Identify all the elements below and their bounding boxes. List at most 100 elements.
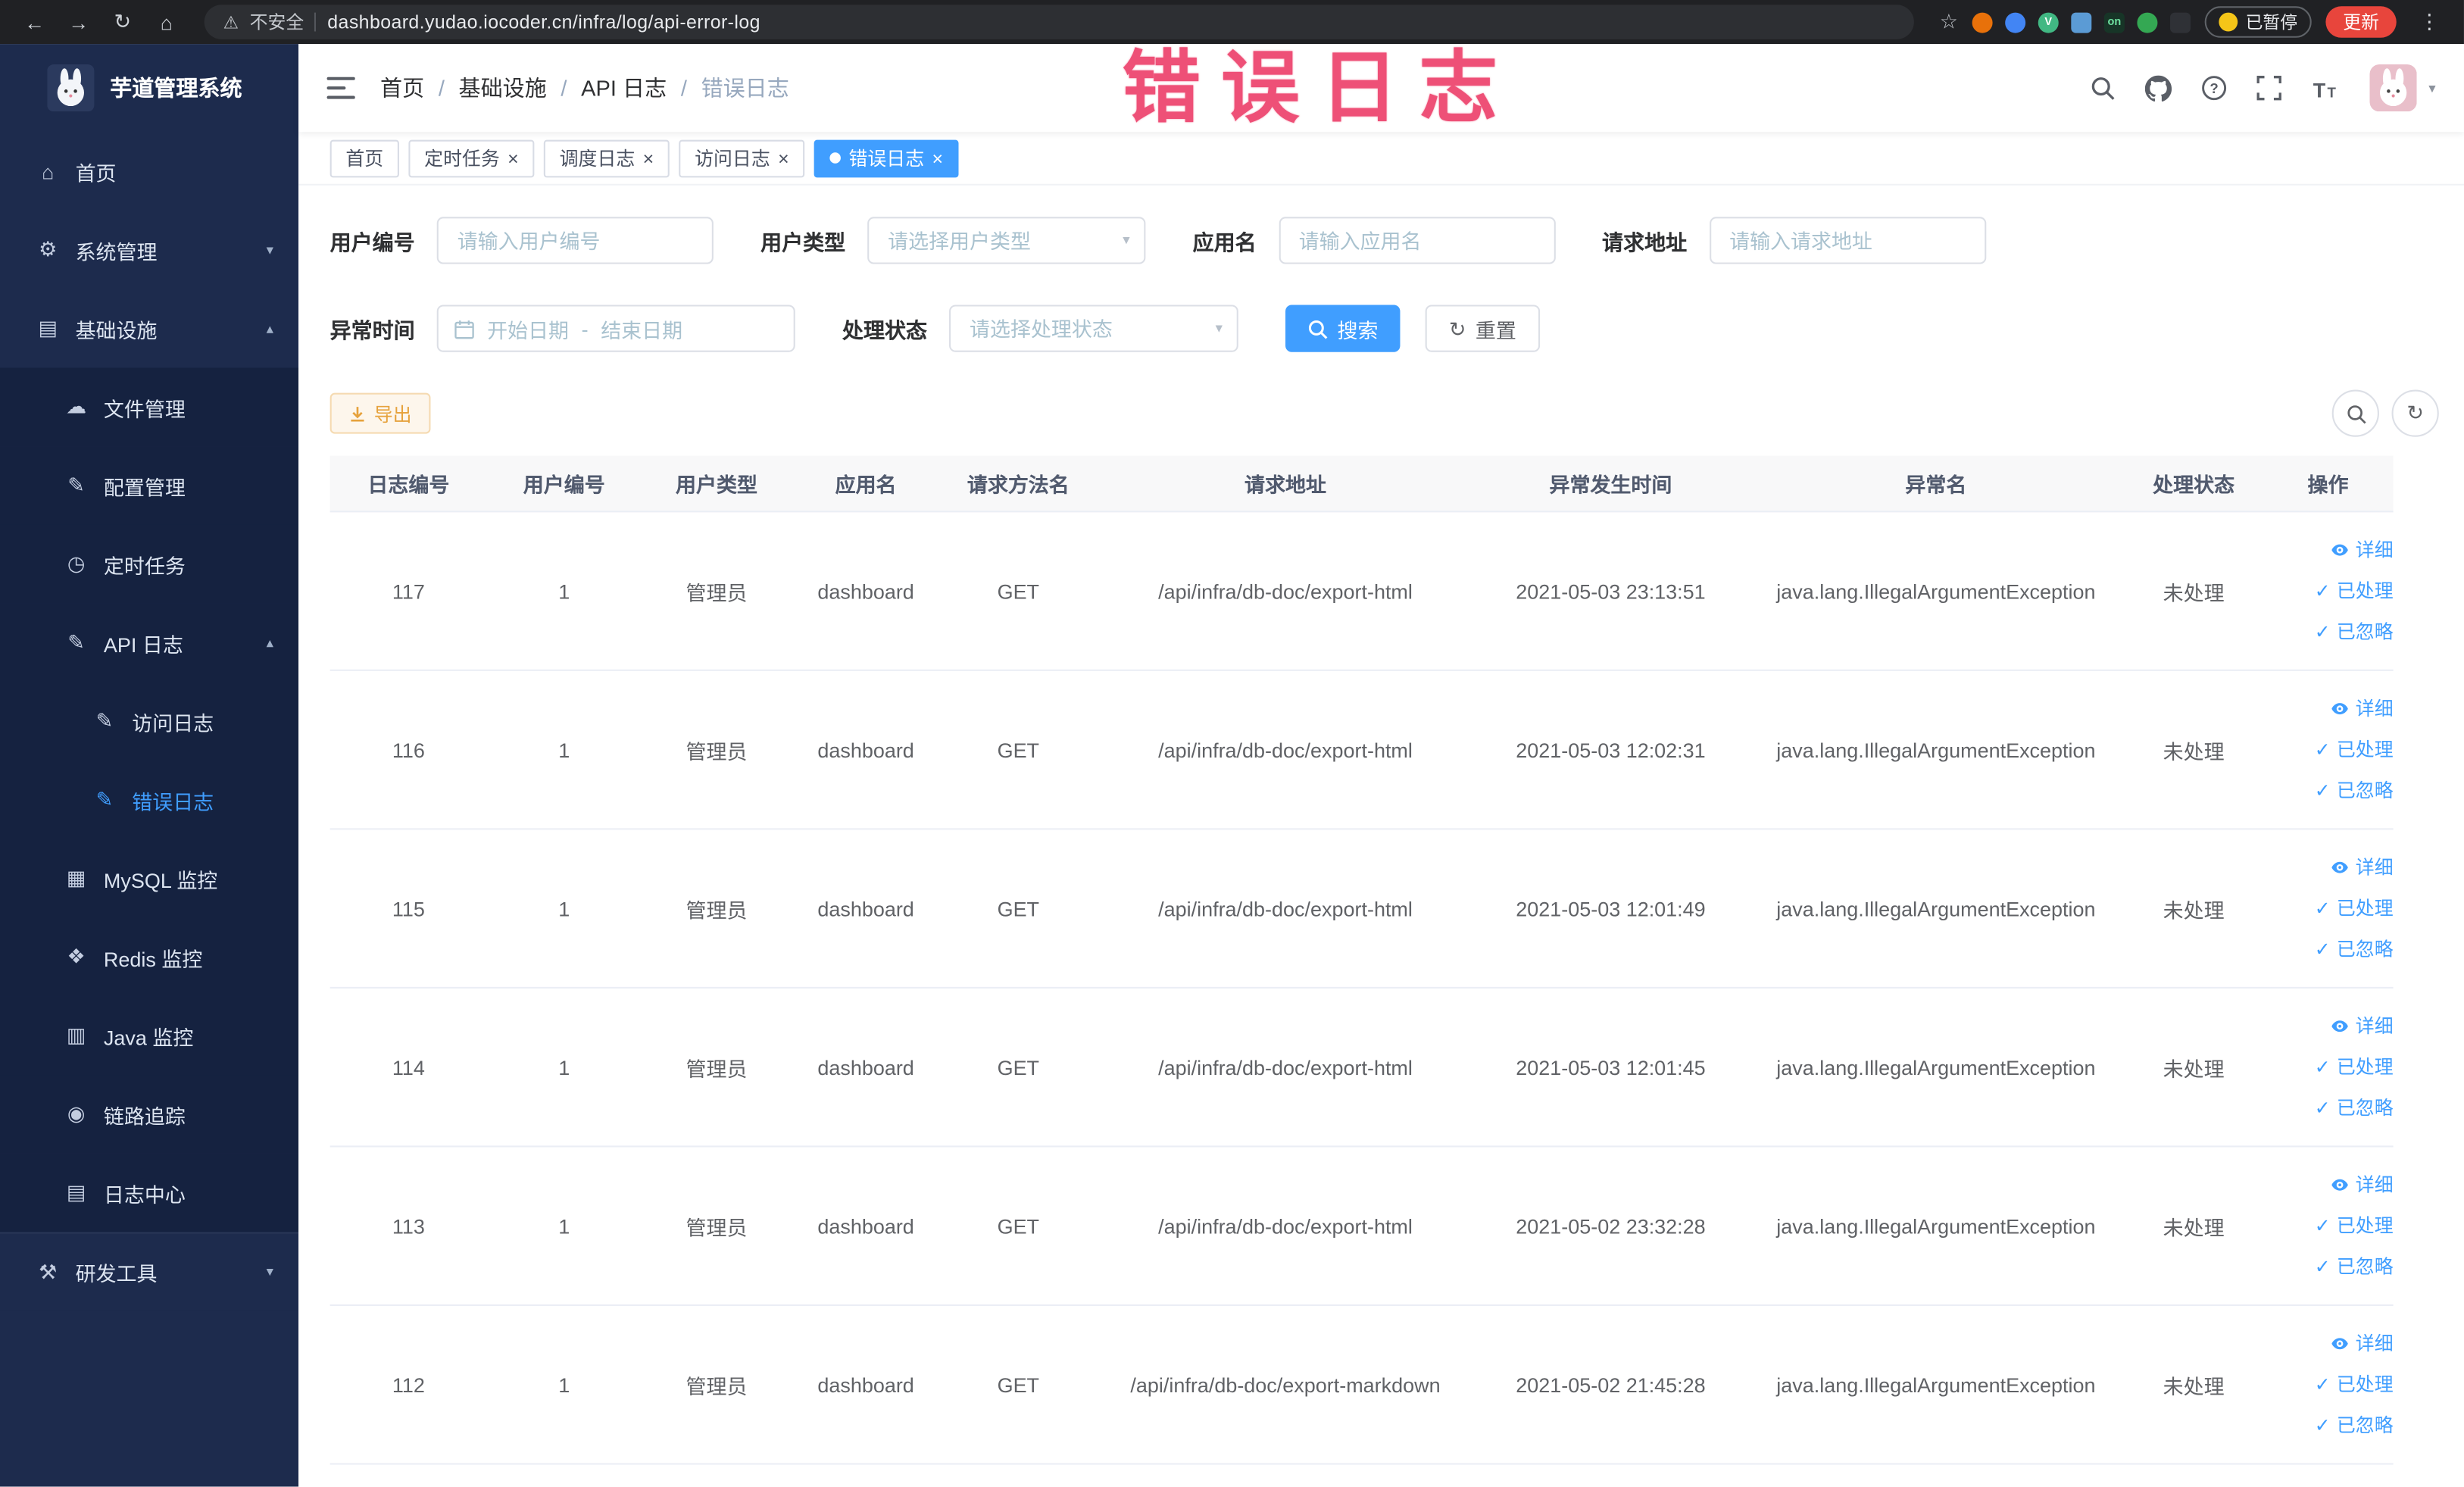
help-icon[interactable]: ?: [2202, 76, 2228, 101]
tab-close-icon[interactable]: ×: [778, 148, 789, 167]
tab-访问日志[interactable]: 访问日志 ×: [679, 139, 805, 177]
processed-link[interactable]: ✓ 已处理: [2268, 1205, 2394, 1246]
tab-首页[interactable]: 首页: [329, 139, 399, 177]
detail-link[interactable]: 详细: [2268, 847, 2394, 888]
detail-link[interactable]: 详细: [2268, 689, 2394, 729]
font-size-icon[interactable]: T T: [2313, 77, 2341, 100]
url-text[interactable]: dashboard.yudao.iocoder.cn/infra/log/api…: [327, 11, 760, 33]
sidebar-item-java-monitor[interactable]: ▥ Java 监控: [0, 996, 299, 1076]
back-icon[interactable]: ←: [16, 10, 54, 33]
ignore-link[interactable]: ✓ 已忽略: [2268, 1088, 2394, 1129]
tab-close-icon[interactable]: ×: [932, 148, 943, 167]
extension-blue-drop-icon[interactable]: [2005, 11, 2026, 33]
sidebar-item-system-gear[interactable]: ⚙ 系统管理 ▾: [0, 211, 298, 289]
processed-link[interactable]: ✓ 已处理: [2268, 729, 2394, 770]
page: ← → ↻ ⌂ ⚠ 不安全 dashboard.yudao.iocoder.cn…: [0, 0, 2464, 1487]
sidebar-item-dev-tools[interactable]: ⚒ 研发工具 ▾: [0, 1232, 299, 1311]
processed-link[interactable]: ✓ 已处理: [2268, 1364, 2394, 1405]
sidebar-item-log-center[interactable]: ▤ 日志中心: [0, 1153, 299, 1232]
table-cell: /api/infra/db-doc/export-markdown: [1130, 1373, 1441, 1397]
sidebar-item-scheduled-task[interactable]: ◷ 定时任务: [0, 524, 299, 604]
sidebar-item-access-log[interactable]: ✎ 访问日志: [0, 682, 299, 761]
not-secure-label[interactable]: 不安全: [250, 9, 304, 34]
sidebar-item-file-manage[interactable]: ☁ 文件管理: [0, 367, 299, 447]
processed-link[interactable]: ✓ 已处理: [2268, 570, 2394, 611]
end-date-placeholder: 结束日期: [601, 318, 683, 342]
request-url-input[interactable]: [1709, 217, 1986, 264]
forward-icon[interactable]: →: [60, 10, 98, 33]
table-cell: 2021-05-03 12:01:49: [1516, 896, 1706, 920]
search-icon: [1308, 319, 1328, 339]
table-cell: 1: [558, 896, 570, 920]
home-icon[interactable]: ⌂: [148, 10, 186, 33]
sidebar-item-home[interactable]: ⌂ 首页: [0, 132, 298, 211]
avatar: [2370, 64, 2418, 112]
search-button[interactable]: 搜索: [1285, 305, 1401, 352]
detail-link[interactable]: 详细: [2268, 1323, 2394, 1364]
tab-错误日志[interactable]: 错误日志 ×: [814, 139, 959, 177]
toggle-search-button[interactable]: [2331, 389, 2379, 437]
breadcrumb-item[interactable]: 首页: [380, 72, 424, 103]
sidebar-item-infrastructure[interactable]: ▤ 基础设施 ▴: [0, 289, 298, 368]
reset-button[interactable]: ↻ 重置: [1425, 305, 1540, 352]
reload-icon[interactable]: ↻: [104, 9, 142, 34]
detail-link[interactable]: 详细: [2268, 1006, 2394, 1047]
logo[interactable]: 芋道管理系统: [0, 44, 298, 132]
table-row: 113 1 管理员 dashboard GET/api/infra/db-doc/exp…: [329, 1147, 2394, 1306]
ignore-link[interactable]: ✓ 已忽略: [2268, 1405, 2394, 1446]
header-search-icon[interactable]: [2091, 76, 2116, 101]
exception-time-range-picker[interactable]: 开始日期 - 结束日期: [436, 305, 795, 352]
sidebar-item-error-log[interactable]: ✎ 错误日志: [0, 761, 299, 839]
tab-定时任务[interactable]: 定时任务 ×: [408, 139, 535, 177]
bookmark-star-icon[interactable]: ☆: [1940, 9, 1958, 34]
detail-link[interactable]: 详细: [2268, 530, 2394, 570]
sidebar-item-trace[interactable]: ◉ 链路追踪: [0, 1075, 299, 1154]
redis-monitor-icon: ❖: [67, 944, 86, 968]
extension-vue-devtools-icon[interactable]: V: [2038, 11, 2059, 33]
chevron-down-icon: ▾: [266, 1263, 273, 1279]
extension-grid-icon[interactable]: [2071, 11, 2092, 33]
export-button[interactable]: 导出: [329, 392, 431, 434]
detail-link[interactable]: 详细: [2268, 1164, 2394, 1205]
table-cell: 1: [558, 1373, 570, 1397]
processed-link[interactable]: ✓ 已处理: [2268, 1047, 2394, 1088]
ignore-link[interactable]: ✓ 已忽略: [2268, 1246, 2394, 1287]
sidebar-toggle-icon[interactable]: [298, 77, 380, 99]
column-header: 异常发生时间: [1549, 473, 1672, 497]
tab-close-icon[interactable]: ×: [507, 148, 519, 167]
address-bar[interactable]: ⚠ 不安全 dashboard.yudao.iocoder.cn/infra/l…: [204, 5, 1915, 39]
ignore-link[interactable]: ✓ 已忽略: [2268, 929, 2394, 970]
github-icon[interactable]: [2145, 74, 2173, 102]
browser-update-button[interactable]: 更新: [2325, 6, 2397, 38]
tab-调度日志[interactable]: 调度日志 ×: [543, 139, 670, 177]
action-label: 已忽略: [2336, 779, 2394, 802]
user-id-input[interactable]: [436, 217, 714, 264]
extension-green-icon[interactable]: [2137, 11, 2158, 33]
extension-on-badge-icon[interactable]: on: [2103, 11, 2125, 33]
app-name-input[interactable]: [1278, 217, 1555, 264]
ignore-link[interactable]: ✓ 已忽略: [2268, 770, 2394, 811]
processed-link[interactable]: ✓ 已处理: [2268, 888, 2394, 929]
table-cell: java.lang.IllegalArgumentException: [1776, 738, 2096, 762]
fullscreen-icon[interactable]: [2257, 75, 2282, 101]
user-type-select[interactable]: [867, 217, 1146, 264]
breadcrumb-item[interactable]: API 日志: [581, 72, 667, 103]
extension-orange-icon[interactable]: [1972, 11, 1993, 33]
sidebar-item-redis-monitor[interactable]: ❖ Redis 监控: [0, 917, 299, 997]
breadcrumb-item[interactable]: 基础设施: [459, 72, 547, 103]
browser-menu-icon[interactable]: ⋮: [2410, 9, 2448, 34]
user-avatar-menu[interactable]: ▾: [2370, 64, 2436, 112]
sidebar-item-config-manage[interactable]: ✎ 配置管理: [0, 446, 299, 525]
tab-close-icon[interactable]: ×: [643, 148, 654, 167]
calendar-icon: [454, 320, 474, 339]
paused-badge[interactable]: 已暂停: [2204, 6, 2312, 38]
breadcrumb: 首页 / 基础设施 / API 日志 / 错误日志: [380, 72, 789, 103]
process-status-select[interactable]: [949, 305, 1238, 352]
table-cell: 管理员: [685, 1057, 748, 1081]
refresh-table-button[interactable]: ↻: [2391, 389, 2439, 437]
extension-dark-icon[interactable]: [2170, 11, 2191, 33]
sidebar-item-api-log[interactable]: ✎ API 日志 ▴: [0, 603, 299, 683]
sidebar-item-mysql-monitor[interactable]: ▦ MySQL 监控: [0, 839, 299, 918]
sidebar-item-label: 研发工具: [75, 1261, 158, 1286]
ignore-link[interactable]: ✓ 已忽略: [2268, 611, 2394, 652]
